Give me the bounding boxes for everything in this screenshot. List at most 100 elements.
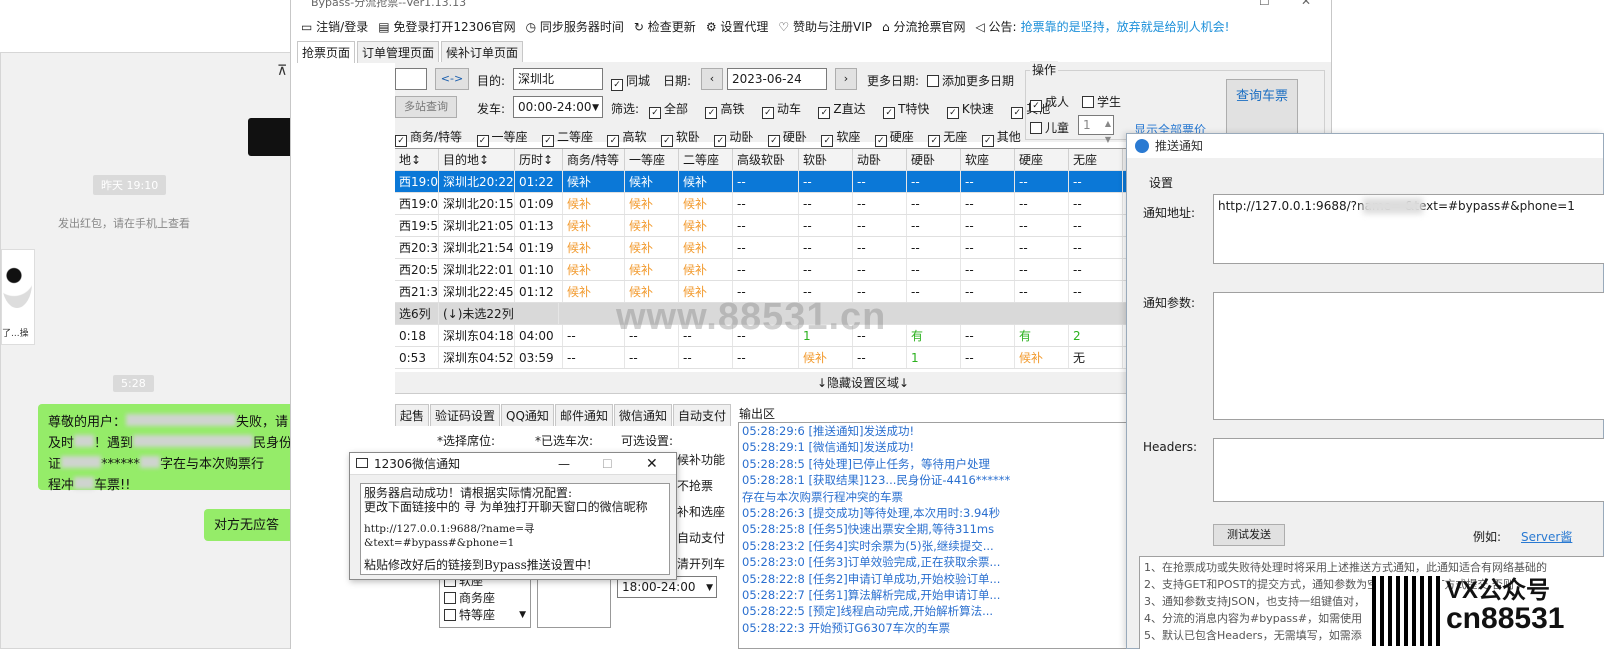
- tab-qq-notify[interactable]: QQ通知: [501, 404, 554, 426]
- child-count-stepper[interactable]: 1 ▲ ▼: [1078, 115, 1114, 144]
- menu-official-site[interactable]: ⌂ 分流抢票官网: [882, 18, 965, 35]
- grid-column-header[interactable]: 动卧: [853, 149, 907, 170]
- system-message: 发出红包，请在手机上查看: [58, 217, 190, 230]
- next-date-button[interactable]: ›: [835, 68, 857, 90]
- table-cell: 深圳北20:22: [439, 171, 515, 192]
- from-station-input[interactable]: [395, 68, 427, 90]
- option-open-trains[interactable]: 清开列车: [677, 555, 725, 572]
- option-seat-choice[interactable]: 补和选座: [677, 503, 725, 520]
- grid-column-header[interactable]: 商务/特等: [563, 149, 625, 170]
- seat-filter-checkbox[interactable]: ✓ 动卧: [714, 130, 753, 147]
- swap-stations-button[interactable]: <->: [435, 68, 469, 90]
- multi-station-query-button[interactable]: 多站查询: [395, 96, 457, 118]
- tab-auto-pay[interactable]: 自动支付: [672, 404, 731, 426]
- option-no-grab[interactable]: 不抢票: [677, 477, 713, 494]
- menu-check-update[interactable]: ↻ 检查更新: [634, 18, 696, 35]
- same-city-checkbox[interactable]: ✓ 同城: [611, 72, 650, 91]
- adult-checkbox[interactable]: ✓ 成人: [1030, 93, 1069, 112]
- filter-checkbox[interactable]: ✓ 高铁: [705, 102, 744, 119]
- seat-list[interactable]: 软座 商务座 特等座 ▼: [439, 572, 531, 628]
- menu-open-12306[interactable]: ▤ 免登录打开12306官网: [378, 18, 515, 35]
- table-cell: --: [1015, 171, 1069, 192]
- message-text: 对方无应答: [214, 518, 280, 533]
- tab-grab-tickets[interactable]: 抢票页面: [297, 41, 356, 63]
- table-cell: --: [907, 215, 961, 236]
- test-send-button[interactable]: 测试发送: [1213, 524, 1285, 546]
- query-tickets-button[interactable]: 查询车票: [1226, 79, 1298, 135]
- table-cell: 深圳东04:52: [439, 347, 515, 368]
- add-more-dates-checkbox[interactable]: 添加更多日期: [927, 72, 1014, 89]
- table-cell: 01:10: [515, 259, 563, 280]
- close-icon[interactable]: ✕: [646, 453, 658, 475]
- grid-column-header[interactable]: 一等座: [625, 149, 679, 170]
- maximize-icon[interactable]: ☐: [1259, 0, 1270, 8]
- grid-column-header[interactable]: 历时↕: [515, 149, 563, 170]
- grid-column-header[interactable]: 地↕: [395, 149, 439, 170]
- grid-column-header[interactable]: 二等座: [679, 149, 733, 170]
- table-cell: --: [799, 259, 853, 280]
- tab-wechat-notify[interactable]: 微信通知: [613, 404, 672, 426]
- table-cell: 西20:51: [395, 259, 439, 280]
- message-link[interactable]: http://127.0.0.1:9688/?name=寻&text=#bypa…: [364, 522, 666, 550]
- operation-label: 操作: [1030, 61, 1059, 78]
- filter-checkbox[interactable]: ✓ K快速: [946, 102, 994, 119]
- grid-column-header[interactable]: 软座: [961, 149, 1015, 170]
- filter-checkbox[interactable]: ✓ T特快: [883, 102, 929, 119]
- menu-proxy[interactable]: ⚙ 设置代理: [706, 18, 769, 35]
- message-text: 证: [48, 457, 62, 472]
- chat-bubble-outgoing[interactable]: 尊敬的用户： 失败，请 及时 ！遇到 民身份 证 ****** 字在与本次购票行 程冲 车票…: [38, 404, 322, 493]
- seat-filter-checkbox[interactable]: ✓ 软卧: [660, 130, 700, 147]
- grid-column-header[interactable]: 硬座: [1015, 149, 1069, 170]
- table-cell: --: [961, 347, 1015, 368]
- date-input[interactable]: 2023-06-24: [727, 68, 827, 90]
- seat-filter-checkbox[interactable]: ✓ 其他: [981, 130, 1021, 147]
- menu-sync-time[interactable]: ◷ 同步服务器时间: [526, 18, 624, 35]
- child-checkbox[interactable]: 儿童: [1030, 119, 1069, 136]
- depart-time-select[interactable]: 00:00-24:00 ▼: [513, 96, 603, 118]
- filter-checkbox[interactable]: ✓ 全部: [649, 102, 688, 119]
- table-cell: 01:13: [515, 215, 563, 236]
- table-cell: --: [961, 281, 1015, 302]
- tab-mail-notify[interactable]: 邮件通知: [554, 404, 613, 426]
- tab-order-management[interactable]: 订单管理页面: [357, 41, 440, 63]
- params-input[interactable]: [1213, 292, 1604, 420]
- seat-filter-checkbox[interactable]: ✓ 硬座: [874, 130, 914, 147]
- option-waitlist[interactable]: 候补功能: [677, 451, 725, 468]
- seat-list-item[interactable]: 特等座 ▼: [444, 607, 530, 624]
- seat-filter-checkbox[interactable]: ✓ 一等座: [476, 130, 528, 147]
- seat-filter-checkbox[interactable]: ✓ 软座: [821, 130, 860, 147]
- grid-column-header[interactable]: 软卧: [799, 149, 853, 170]
- minimize-icon[interactable]: —: [558, 453, 570, 475]
- tab-captcha[interactable]: 验证码设置: [430, 404, 501, 426]
- close-icon[interactable]: ✕: [1301, 0, 1311, 8]
- tab-waitlist-orders[interactable]: 候补订单页面: [441, 41, 524, 63]
- sticker-image[interactable]: 了...操: [1, 249, 35, 345]
- filter-checkbox[interactable]: ✓ 动车: [761, 102, 801, 119]
- tab-presale[interactable]: 起售: [395, 404, 430, 426]
- menu-login[interactable]: ▭ 注销/登录: [301, 18, 368, 35]
- grid-column-header[interactable]: 目的地↕: [439, 149, 515, 170]
- seat-filter-checkbox[interactable]: ✓ 无座: [928, 130, 967, 147]
- log-output: 05:28:29:6 [推送通知]发送成功! 05:28:29:1 [微信通知]发…: [738, 422, 1130, 649]
- option-auto-pay[interactable]: 自动支付: [677, 529, 725, 546]
- menu-vip[interactable]: ♡ 赞助与注册VIP: [778, 18, 872, 35]
- selected-trains-list[interactable]: [537, 572, 611, 628]
- grid-column-header[interactable]: 无座: [1069, 149, 1123, 170]
- maximize-icon[interactable]: ☐: [602, 453, 613, 475]
- seat-filter-checkbox[interactable]: ✓ 高软: [607, 130, 646, 147]
- seat-filter-checkbox[interactable]: ✓ 硬卧: [767, 130, 807, 147]
- grid-column-header[interactable]: 高级软卧: [733, 149, 799, 170]
- seat-list-item[interactable]: 商务座: [444, 590, 530, 607]
- example-link[interactable]: Server酱: [1521, 528, 1572, 545]
- student-checkbox[interactable]: 学生: [1082, 93, 1121, 110]
- table-cell: 候补: [563, 193, 625, 214]
- log-line: 05:28:29:6 [推送通知]发送成功!: [742, 424, 915, 438]
- headers-input[interactable]: [1213, 438, 1604, 502]
- filter-checkbox[interactable]: ✓ Z直达: [818, 102, 866, 119]
- to-station-input[interactable]: 深圳北: [513, 68, 603, 90]
- pin-icon[interactable]: ⊼: [277, 63, 287, 79]
- grid-column-header[interactable]: 硬卧: [907, 149, 961, 170]
- seat-filter-checkbox[interactable]: ✓ 商务/特等: [395, 130, 462, 147]
- prev-date-button[interactable]: ‹: [701, 68, 723, 90]
- seat-filter-checkbox[interactable]: ✓ 二等座: [541, 130, 593, 147]
